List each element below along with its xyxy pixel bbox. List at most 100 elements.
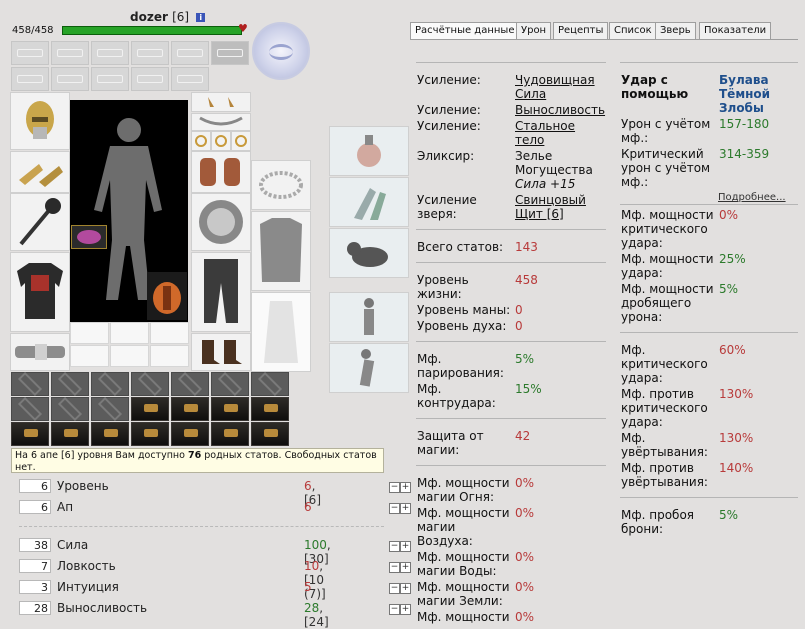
character-level: [6] [172,10,190,24]
action-slot[interactable] [329,292,409,342]
chest-slot[interactable] [251,397,289,421]
legs-slot[interactable] [191,252,251,332]
chest-slot[interactable] [11,422,49,446]
chest-slot[interactable] [51,422,89,446]
rune-slot[interactable] [91,397,129,421]
crit-power-value: 0% [719,208,739,222]
rune-slot[interactable] [51,397,89,421]
helmet-slot[interactable] [10,92,70,150]
tab-recipes[interactable]: Рецепты [553,22,609,40]
rune-slot[interactable] [91,372,129,396]
rune-slot[interactable] [11,397,49,421]
chest-slot[interactable] [171,422,209,446]
empty-slot[interactable] [131,67,169,91]
stat-input[interactable]: 7 [19,559,51,573]
rune-slot[interactable] [211,41,249,65]
tab-calculated[interactable]: Расчётные данные [410,22,520,40]
buff-link[interactable]: Выносливость [515,103,605,117]
small-slot[interactable] [150,322,189,344]
gloves-slot[interactable] [10,151,70,193]
gem-icon [77,230,101,244]
amulet-slot[interactable] [191,113,251,131]
rune-slot[interactable] [171,372,209,396]
minus-icon[interactable]: − [389,583,400,594]
beast-buff-link[interactable]: Свинцовый Щит [6] [515,193,600,221]
empty-slot[interactable] [91,67,129,91]
belt-slot[interactable] [10,333,70,371]
character-name-text[interactable]: dozer [130,10,168,24]
weapon-link[interactable]: Булава Тёмной Злобы [719,73,779,115]
action-slot[interactable] [329,343,409,393]
cloak-slot[interactable] [251,292,311,372]
potion-slot[interactable] [329,126,409,176]
plus-icon[interactable]: + [400,562,411,573]
rune-slot[interactable] [211,372,249,396]
rune-slot[interactable] [251,372,289,396]
tab-damage[interactable]: Урон [516,22,552,40]
ring-slot[interactable] [191,131,211,151]
minus-icon[interactable]: − [389,562,400,573]
stat-input[interactable]: 6 [19,500,51,514]
character-name[interactable]: dozer [6] i [130,10,206,24]
shirt-slot[interactable] [251,211,311,291]
minus-icon[interactable]: − [389,541,400,552]
minus-icon[interactable]: − [389,604,400,615]
boots-slot[interactable] [191,333,251,371]
empty-slot[interactable] [131,41,169,65]
empty-slot[interactable] [171,41,209,65]
chest-slot[interactable] [251,422,289,446]
buff-link[interactable]: Чудовищная Сила [515,73,610,101]
plus-icon[interactable]: + [400,583,411,594]
chest-slot[interactable] [211,422,249,446]
empty-slot[interactable] [171,67,209,91]
armor-slot[interactable] [10,252,70,332]
ring-slot[interactable] [211,131,231,151]
plus-icon[interactable]: + [400,503,411,514]
small-slot[interactable] [70,345,109,367]
rune-slot[interactable] [131,372,169,396]
rune-slot[interactable] [11,372,49,396]
small-slot[interactable] [110,322,149,344]
ring-slot[interactable] [231,131,251,151]
minus-icon[interactable]: − [389,482,400,493]
tab-beast[interactable]: Зверь [655,22,696,40]
chest-slot[interactable] [171,397,209,421]
small-slot[interactable] [70,322,109,344]
empty-slot[interactable] [51,67,89,91]
plus-icon[interactable]: + [400,604,411,615]
buff-link[interactable]: Стальное тело [515,119,585,147]
wreath-slot[interactable] [251,160,311,210]
rune-item[interactable] [71,225,107,249]
beast-buff-label: Усиление зверя: [417,193,477,221]
chest-slot[interactable] [131,422,169,446]
beast-slot[interactable] [329,228,409,278]
empty-slot[interactable] [91,41,129,65]
small-slot[interactable] [150,345,189,367]
empty-slot[interactable] [11,41,49,65]
empty-slot[interactable] [51,41,89,65]
offhand-slot[interactable] [147,272,187,320]
stat-input[interactable]: 6 [19,479,51,493]
tab-list[interactable]: Список [609,22,657,40]
plus-icon[interactable]: + [400,482,411,493]
stat-input[interactable]: 3 [19,580,51,594]
chest-slot[interactable] [211,397,249,421]
tab-indicators[interactable]: Показатели [699,22,772,40]
earrings-slot[interactable] [191,92,251,112]
clan-emblem-icon[interactable] [252,22,310,80]
empty-slot[interactable] [11,67,49,91]
chest-slot[interactable] [131,397,169,421]
minus-icon[interactable]: − [389,503,400,514]
stat-input[interactable]: 28 [19,601,51,615]
beast-skill-slot[interactable] [329,177,409,227]
more-link[interactable]: Подробнее... [718,192,786,203]
plus-icon[interactable]: + [400,541,411,552]
chest-slot[interactable] [91,422,129,446]
weapon-slot[interactable] [10,193,70,251]
stat-input[interactable]: 38 [19,538,51,552]
info-icon[interactable]: i [196,13,206,22]
rune-slot[interactable] [51,372,89,396]
small-slot[interactable] [110,345,149,367]
gauntlets-slot[interactable] [191,151,251,193]
shield-slot[interactable] [191,193,251,251]
